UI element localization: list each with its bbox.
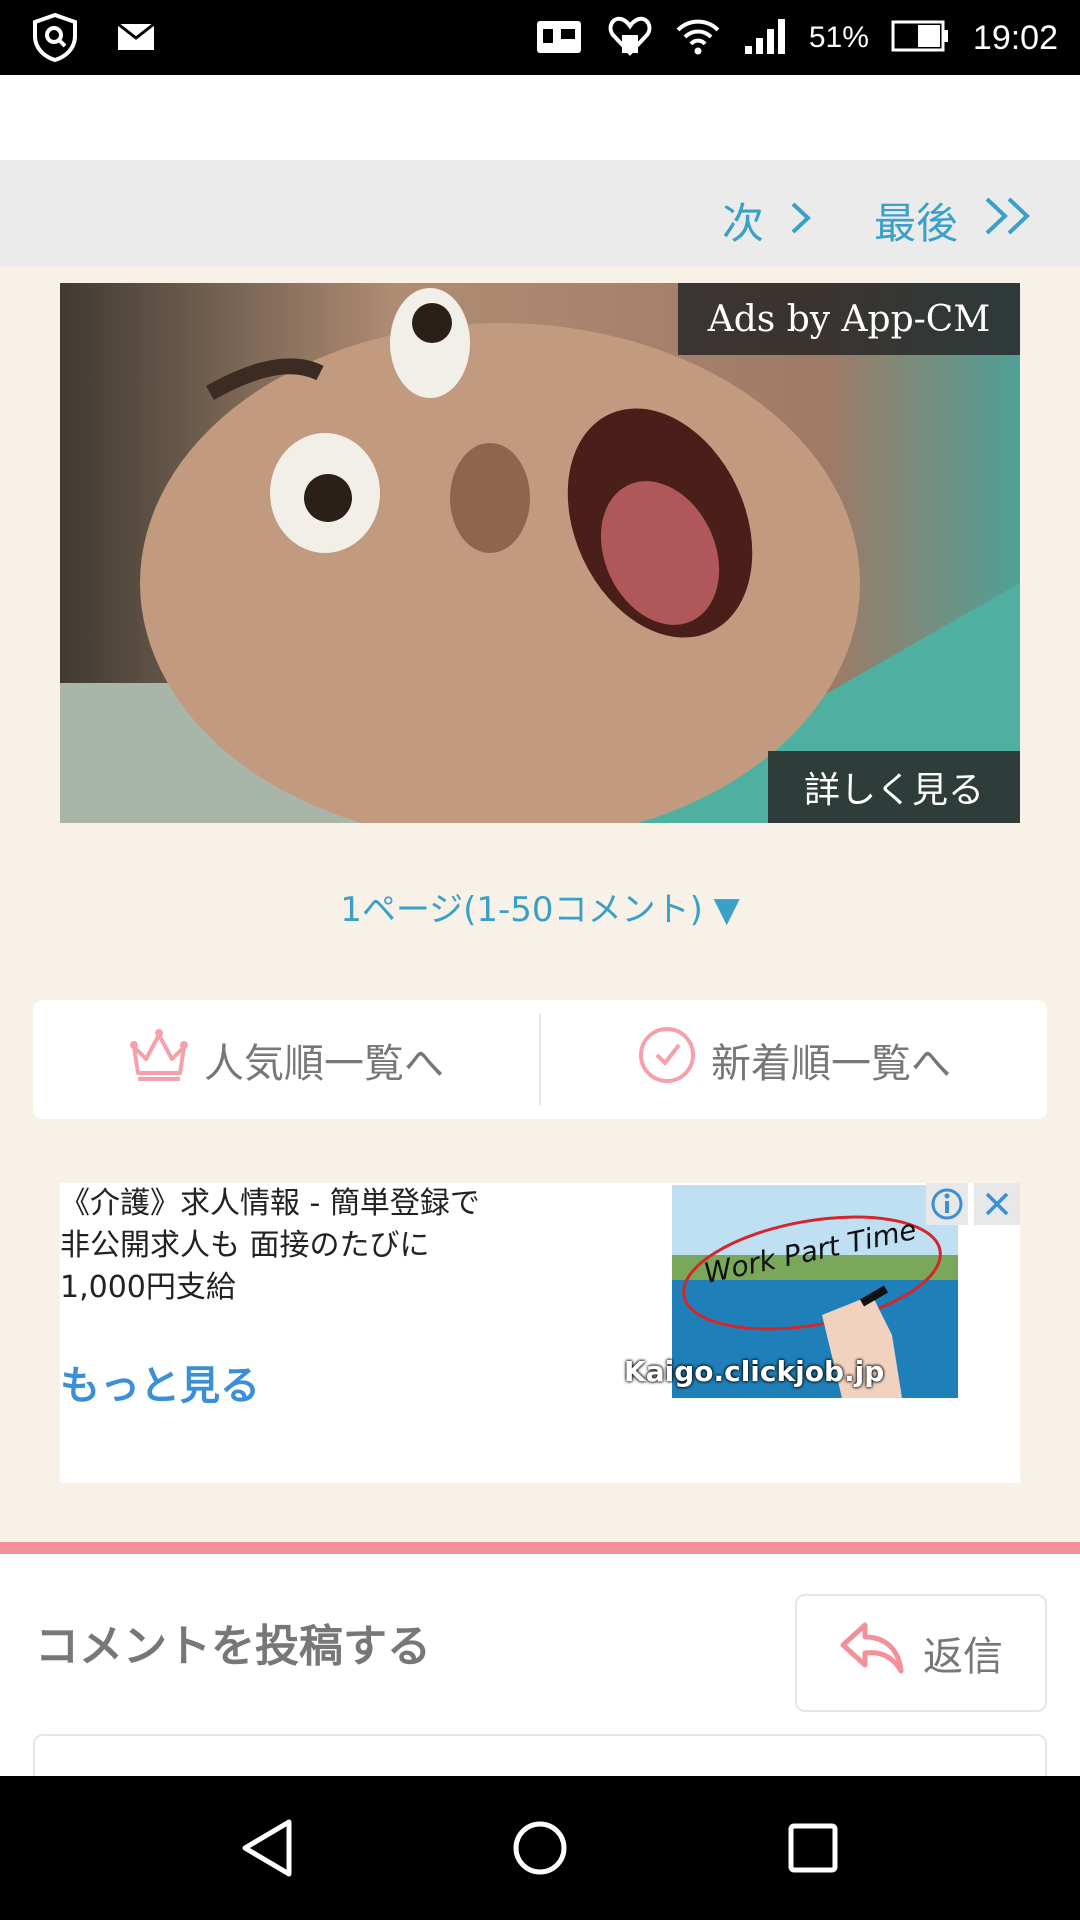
ad-photo (60, 283, 1020, 823)
heart-download-icon (607, 13, 653, 63)
video-ad[interactable]: Ads by App-CM 詳しく見る (60, 283, 1020, 823)
reply-button[interactable]: 返信 (795, 1594, 1047, 1712)
nfc-icon (533, 15, 585, 61)
popular-order-label: 人気順一覧へ (204, 1040, 444, 1087)
recents-icon[interactable] (768, 1803, 858, 1893)
next-label: 次 (722, 199, 765, 248)
sort-card: 人気順一覧へ 新着順一覧へ (33, 1000, 1047, 1119)
back-icon[interactable] (222, 1803, 312, 1893)
battery-icon (891, 18, 951, 58)
details-button[interactable]: 詳しく見る (768, 751, 1020, 823)
header-blank (0, 75, 1080, 160)
text-ad[interactable]: 《介護》求人情報 - 簡単登録で 非公開求人も 面接のたびに 1,000円支給 … (60, 1183, 1020, 1483)
ad-line-2: 非公開求人も 面接のたびに (60, 1228, 430, 1263)
page-selector[interactable]: 1ページ(1-50コメント) ▼ (0, 882, 1080, 931)
battery-percent: 51% (808, 21, 869, 54)
chevron-right-icon (790, 196, 812, 245)
pager-bar: 次 最後 (0, 160, 1080, 267)
popular-order-button[interactable]: 人気順一覧へ (33, 1000, 539, 1119)
shield-icon (30, 12, 80, 66)
signal-icon (743, 16, 787, 60)
ad-copy: 《介護》求人情報 - 簡単登録で 非公開求人も 面接のたびに 1,000円支給 (60, 1183, 560, 1309)
comment-post-section: コメントを投稿する 返信 (0, 1554, 1080, 1794)
reply-label: 返信 (923, 1634, 1003, 1680)
reply-arrow-icon (839, 1621, 905, 1685)
double-chevron-right-icon (984, 196, 1034, 246)
newest-order-button[interactable]: 新着順一覧へ (541, 1000, 1047, 1119)
ad-domain: Kaigo.clickjob.jp (624, 1355, 885, 1388)
see-more-link[interactable]: もっと見る (60, 1353, 260, 1411)
clock-icon (637, 1025, 697, 1095)
home-icon[interactable] (495, 1803, 585, 1893)
pink-divider (0, 1542, 1080, 1554)
ad-line-3: 1,000円支給 (60, 1270, 236, 1305)
clock: 19:02 (972, 18, 1058, 57)
last-page-link[interactable]: 最後 (874, 190, 1034, 251)
navigation-bar (0, 1776, 1080, 1920)
close-icon[interactable] (974, 1183, 1020, 1225)
status-bar: 51% 19:02 (0, 0, 1080, 75)
newest-order-label: 新着順一覧へ (711, 1040, 951, 1087)
wifi-icon (675, 16, 721, 60)
crown-icon (128, 1027, 190, 1093)
mail-icon (116, 20, 156, 58)
next-page-link[interactable]: 次 (722, 190, 812, 251)
comment-post-title: コメントを投稿する (35, 1621, 431, 1672)
ad-line-1: 《介護》求人情報 - 簡単登録で (60, 1186, 480, 1221)
ads-by-label: Ads by App-CM (678, 283, 1020, 355)
info-icon[interactable] (926, 1183, 968, 1225)
last-label: 最後 (874, 199, 959, 248)
